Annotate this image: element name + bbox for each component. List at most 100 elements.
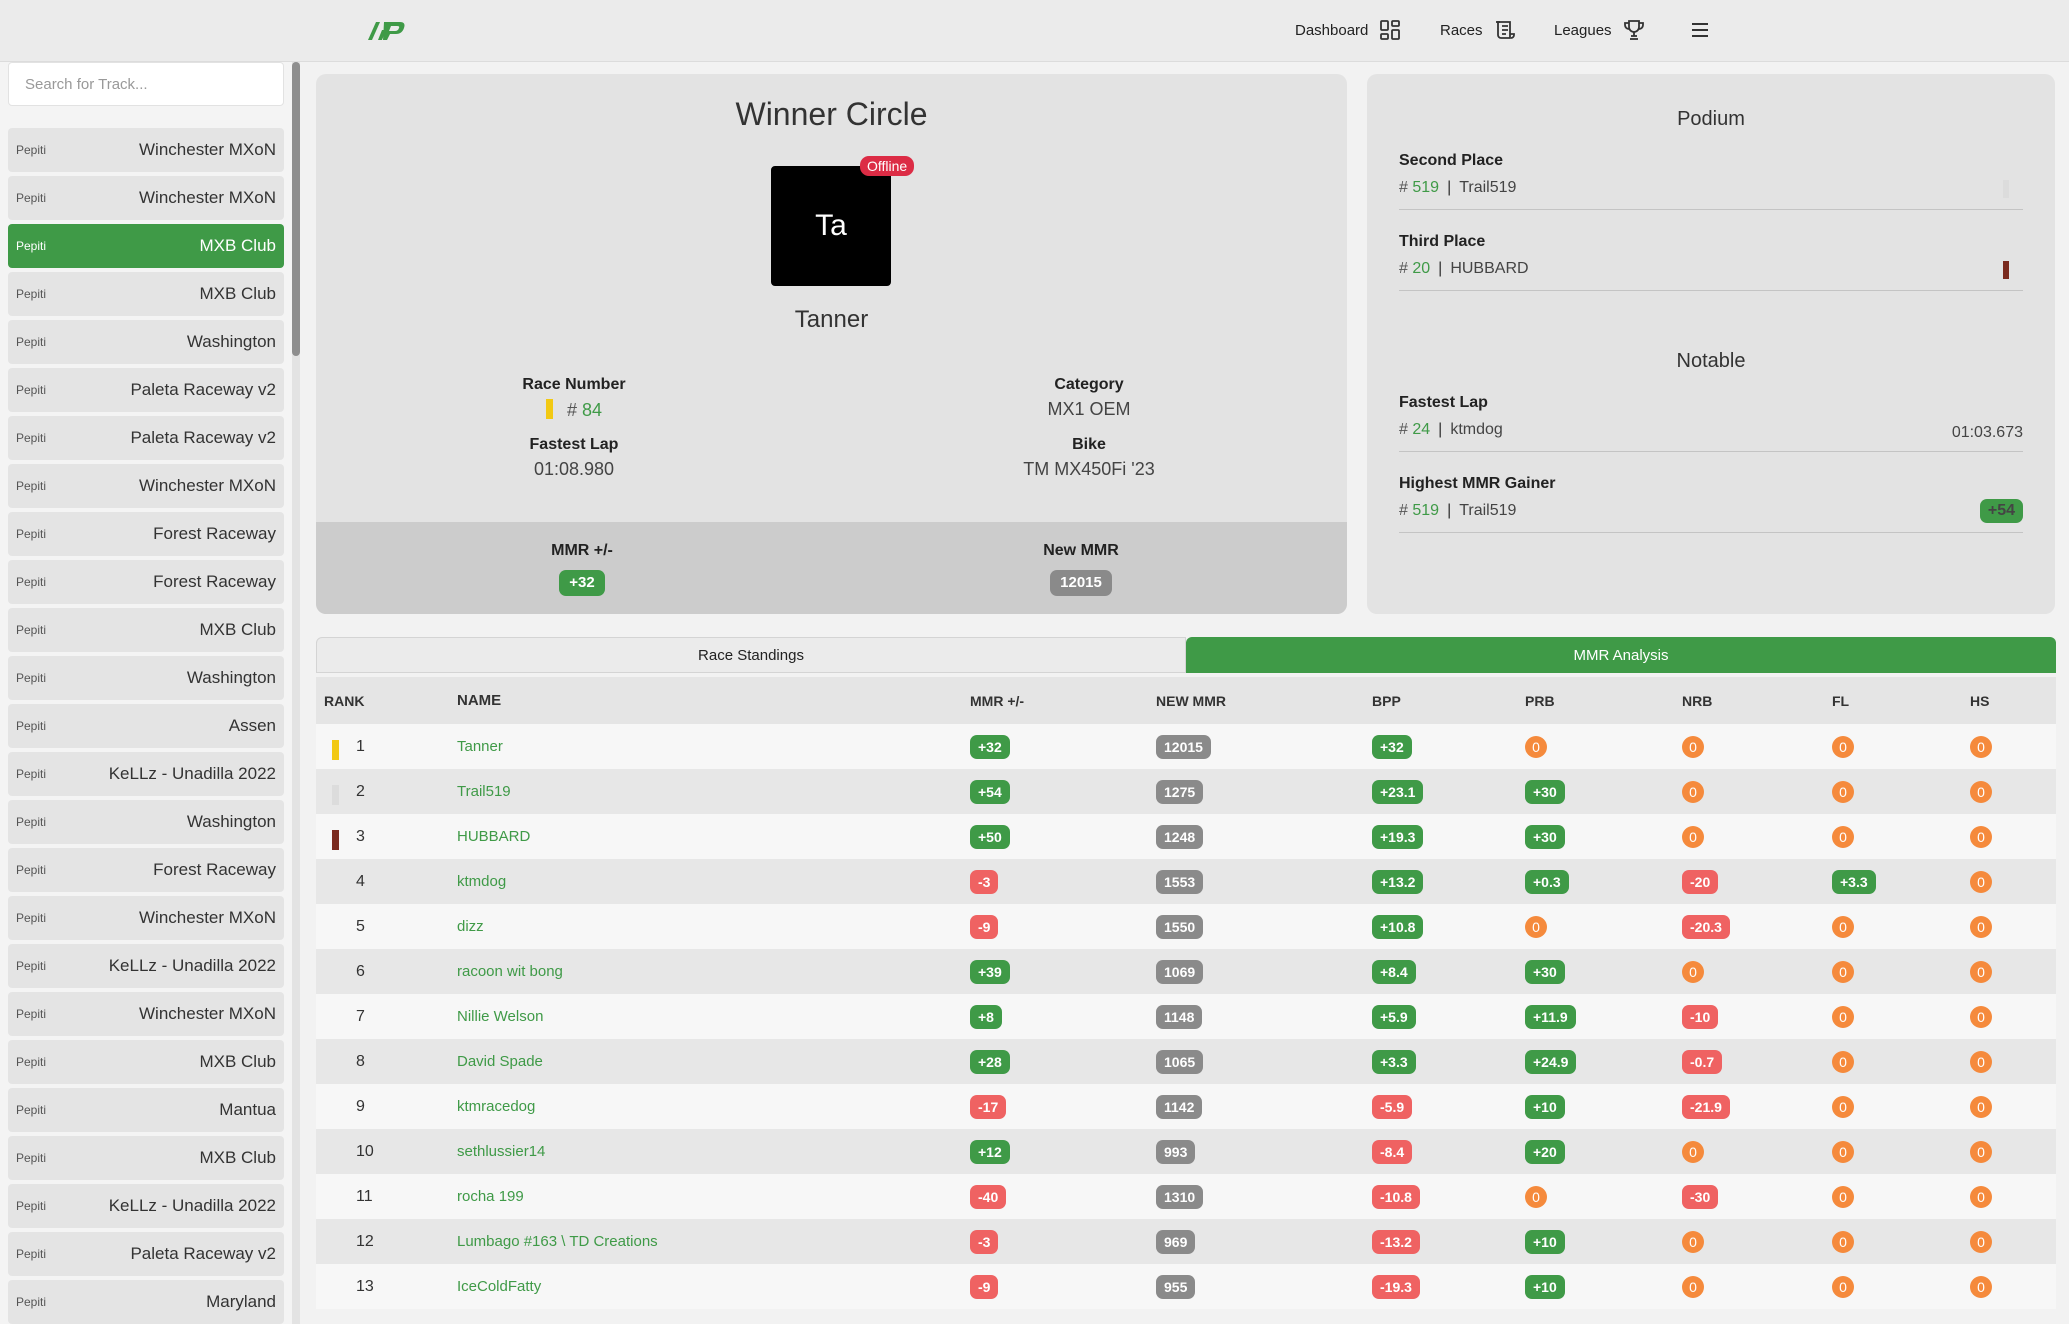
header-rank[interactable]: RANK [316, 693, 457, 709]
tab-mmr-analysis[interactable]: MMR Analysis [1186, 637, 2056, 673]
bpp-pill: +8.4 [1372, 959, 1416, 984]
table-row[interactable]: 2 Trail519 +54 1275 +23.1 +30 0 0 0 [316, 769, 2056, 814]
table-row[interactable]: 13 IceColdFatty -9 955 -19.3 +10 0 0 0 [316, 1264, 2056, 1309]
fl-pill: 0 [1832, 1230, 1854, 1253]
table-row[interactable]: 9 ktmracedog -17 1142 -5.9 +10 -21.9 0 0 [316, 1084, 2056, 1129]
new-mmr-label: New MMR [1043, 542, 1119, 559]
prb-cell: +20 [1525, 1139, 1682, 1164]
table-body: 1 Tanner +32 12015 +32 0 0 0 0 2 Trail519 +54 1275 +2… [316, 724, 2056, 1309]
track-item[interactable]: Pepiti Maryland [8, 1280, 284, 1324]
track-item[interactable]: Pepiti MXB Club [8, 608, 284, 652]
tab-race-standings[interactable]: Race Standings [316, 637, 1186, 673]
rider-name-link[interactable]: IceColdFatty [457, 1278, 541, 1295]
track-item[interactable]: Pepiti KeLLz - Unadilla 2022 [8, 944, 284, 988]
track-item[interactable]: Pepiti KeLLz - Unadilla 2022 [8, 1184, 284, 1228]
header-new-mmr[interactable]: NEW MMR [1156, 693, 1372, 709]
rider-name-link[interactable]: ktmracedog [457, 1098, 535, 1115]
mmr-change-pill: +8 [970, 1004, 1002, 1029]
sidebar-scrollbar-thumb[interactable] [292, 62, 300, 356]
track-name: Winchester MXoN [139, 188, 276, 207]
track-item[interactable]: Pepiti KeLLz - Unadilla 2022 [8, 752, 284, 796]
track-item[interactable]: Pepiti Washington [8, 800, 284, 844]
fl-pill: 0 [1832, 1095, 1854, 1118]
track-item[interactable]: Pepiti MXB Club [8, 1040, 284, 1084]
rider-name-link[interactable]: Nillie Welson [457, 1008, 543, 1025]
nav-leagues[interactable]: Leagues [1554, 18, 1646, 42]
second-place-entry: Second Place # 519 | Trail519 [1399, 152, 2023, 210]
track-item[interactable]: Pepiti Forest Raceway [8, 848, 284, 892]
third-place-number[interactable]: 20 [1412, 260, 1430, 277]
header-hs[interactable]: HS [1970, 693, 2050, 709]
track-item[interactable]: Pepiti Forest Raceway [8, 512, 284, 556]
header-prb[interactable]: PRB [1525, 693, 1682, 709]
rider-name-link[interactable]: rocha 199 [457, 1188, 524, 1205]
third-place-name[interactable]: HUBBARD [1450, 260, 1528, 277]
table-row[interactable]: 11 rocha 199 -40 1310 -10.8 0 -30 0 0 [316, 1174, 2056, 1219]
header-fl[interactable]: FL [1832, 693, 1970, 709]
track-item[interactable]: Pepiti Assen [8, 704, 284, 748]
second-place-name[interactable]: Trail519 [1459, 179, 1516, 196]
track-item[interactable]: Pepiti MXB Club [8, 272, 284, 316]
logo-icon[interactable] [364, 18, 406, 44]
track-item[interactable]: Pepiti Washington [8, 320, 284, 364]
track-item[interactable]: Pepiti Forest Raceway [8, 560, 284, 604]
rider-name-link[interactable]: HUBBARD [457, 828, 530, 845]
fl-pill: 0 [1832, 735, 1854, 758]
mmr-analysis-table: RANK NAME MMR +/- NEW MMR BPP PRB NRB FL… [316, 677, 2056, 1309]
fl-pill: 0 [1832, 1140, 1854, 1163]
mmr-change-pill: -40 [970, 1184, 1007, 1209]
mmr-gainer-name[interactable]: Trail519 [1459, 502, 1516, 519]
track-source-tag: Pepiti [16, 143, 47, 157]
track-item[interactable]: Pepiti Paleta Raceway v2 [8, 416, 284, 460]
track-item[interactable]: Pepiti Paleta Raceway v2 [8, 1232, 284, 1276]
table-row[interactable]: 7 Nillie Welson +8 1148 +5.9 +11.9 -10 0 0 [316, 994, 2056, 1039]
menu-icon[interactable] [1688, 18, 1712, 42]
fastest-lap-name[interactable]: ktmdog [1450, 421, 1502, 438]
table-row[interactable]: 8 David Spade +28 1065 +3.3 +24.9 -0.7 0 0 [316, 1039, 2056, 1084]
rider-name-link[interactable]: David Spade [457, 1053, 543, 1070]
rider-name-link[interactable]: racoon wit bong [457, 963, 563, 980]
track-item[interactable]: Pepiti Winchester MXoN [8, 896, 284, 940]
track-name: KeLLz - Unadilla 2022 [108, 764, 276, 783]
nrb-cell: -0.7 [1682, 1049, 1832, 1074]
hs-pill: 0 [1970, 960, 1992, 983]
fl-pill: 0 [1832, 1050, 1854, 1073]
table-row[interactable]: 3 HUBBARD +50 1248 +19.3 +30 0 0 0 [316, 814, 2056, 859]
rider-name-link[interactable]: dizz [457, 918, 484, 935]
rider-name-link[interactable]: ktmdog [457, 873, 506, 890]
track-item[interactable]: Pepiti Mantua [8, 1088, 284, 1132]
hs-pill: 0 [1970, 1230, 1992, 1253]
header-bpp[interactable]: BPP [1372, 693, 1525, 709]
table-row[interactable]: 4 ktmdog -3 1553 +13.2 +0.3 -20 +3.3 0 [316, 859, 2056, 904]
nav-dashboard[interactable]: Dashboard [1295, 18, 1402, 42]
table-row[interactable]: 12 Lumbago #163 \ TD Creations -3 969 -13.2 +… [316, 1219, 2056, 1264]
table-row[interactable]: 10 sethlussier14 +12 993 -8.4 +20 0 0 0 [316, 1129, 2056, 1174]
rider-name-link[interactable]: Lumbago #163 \ TD Creations [457, 1233, 658, 1250]
track-item[interactable]: Pepiti Washington [8, 656, 284, 700]
second-place-number[interactable]: 519 [1412, 179, 1439, 196]
track-search-input[interactable] [8, 62, 284, 106]
rider-name-link[interactable]: Tanner [457, 738, 503, 755]
rider-name-link[interactable]: sethlussier14 [457, 1143, 545, 1160]
track-item[interactable]: Pepiti Winchester MXoN [8, 128, 284, 172]
track-item[interactable]: Pepiti Paleta Raceway v2 [8, 368, 284, 412]
table-row[interactable]: 5 dizz -9 1550 +10.8 0 -20.3 0 0 [316, 904, 2056, 949]
track-item[interactable]: Pepiti MXB Club [8, 224, 284, 268]
header-nrb[interactable]: NRB [1682, 693, 1832, 709]
track-item[interactable]: Pepiti Winchester MXoN [8, 176, 284, 220]
prb-cell: +30 [1525, 779, 1682, 804]
fastest-lap-number[interactable]: 24 [1412, 421, 1430, 438]
table-row[interactable]: 6 racoon wit bong +39 1069 +8.4 +30 0 0 0 [316, 949, 2056, 994]
rider-name-link[interactable]: Trail519 [457, 783, 511, 800]
nav-races[interactable]: Races [1440, 18, 1517, 42]
table-row[interactable]: 1 Tanner +32 12015 +32 0 0 0 0 [316, 724, 2056, 769]
track-item[interactable]: Pepiti MXB Club [8, 1136, 284, 1180]
prb-pill: +30 [1525, 824, 1565, 849]
name-cell: racoon wit bong [457, 963, 970, 980]
bpp-cell: +3.3 [1372, 1049, 1525, 1074]
header-mmr[interactable]: MMR +/- [970, 693, 1156, 709]
track-item[interactable]: Pepiti Winchester MXoN [8, 464, 284, 508]
track-item[interactable]: Pepiti Winchester MXoN [8, 992, 284, 1036]
mmr-gainer-number[interactable]: 519 [1412, 502, 1439, 519]
header-name[interactable]: NAME [457, 692, 970, 709]
